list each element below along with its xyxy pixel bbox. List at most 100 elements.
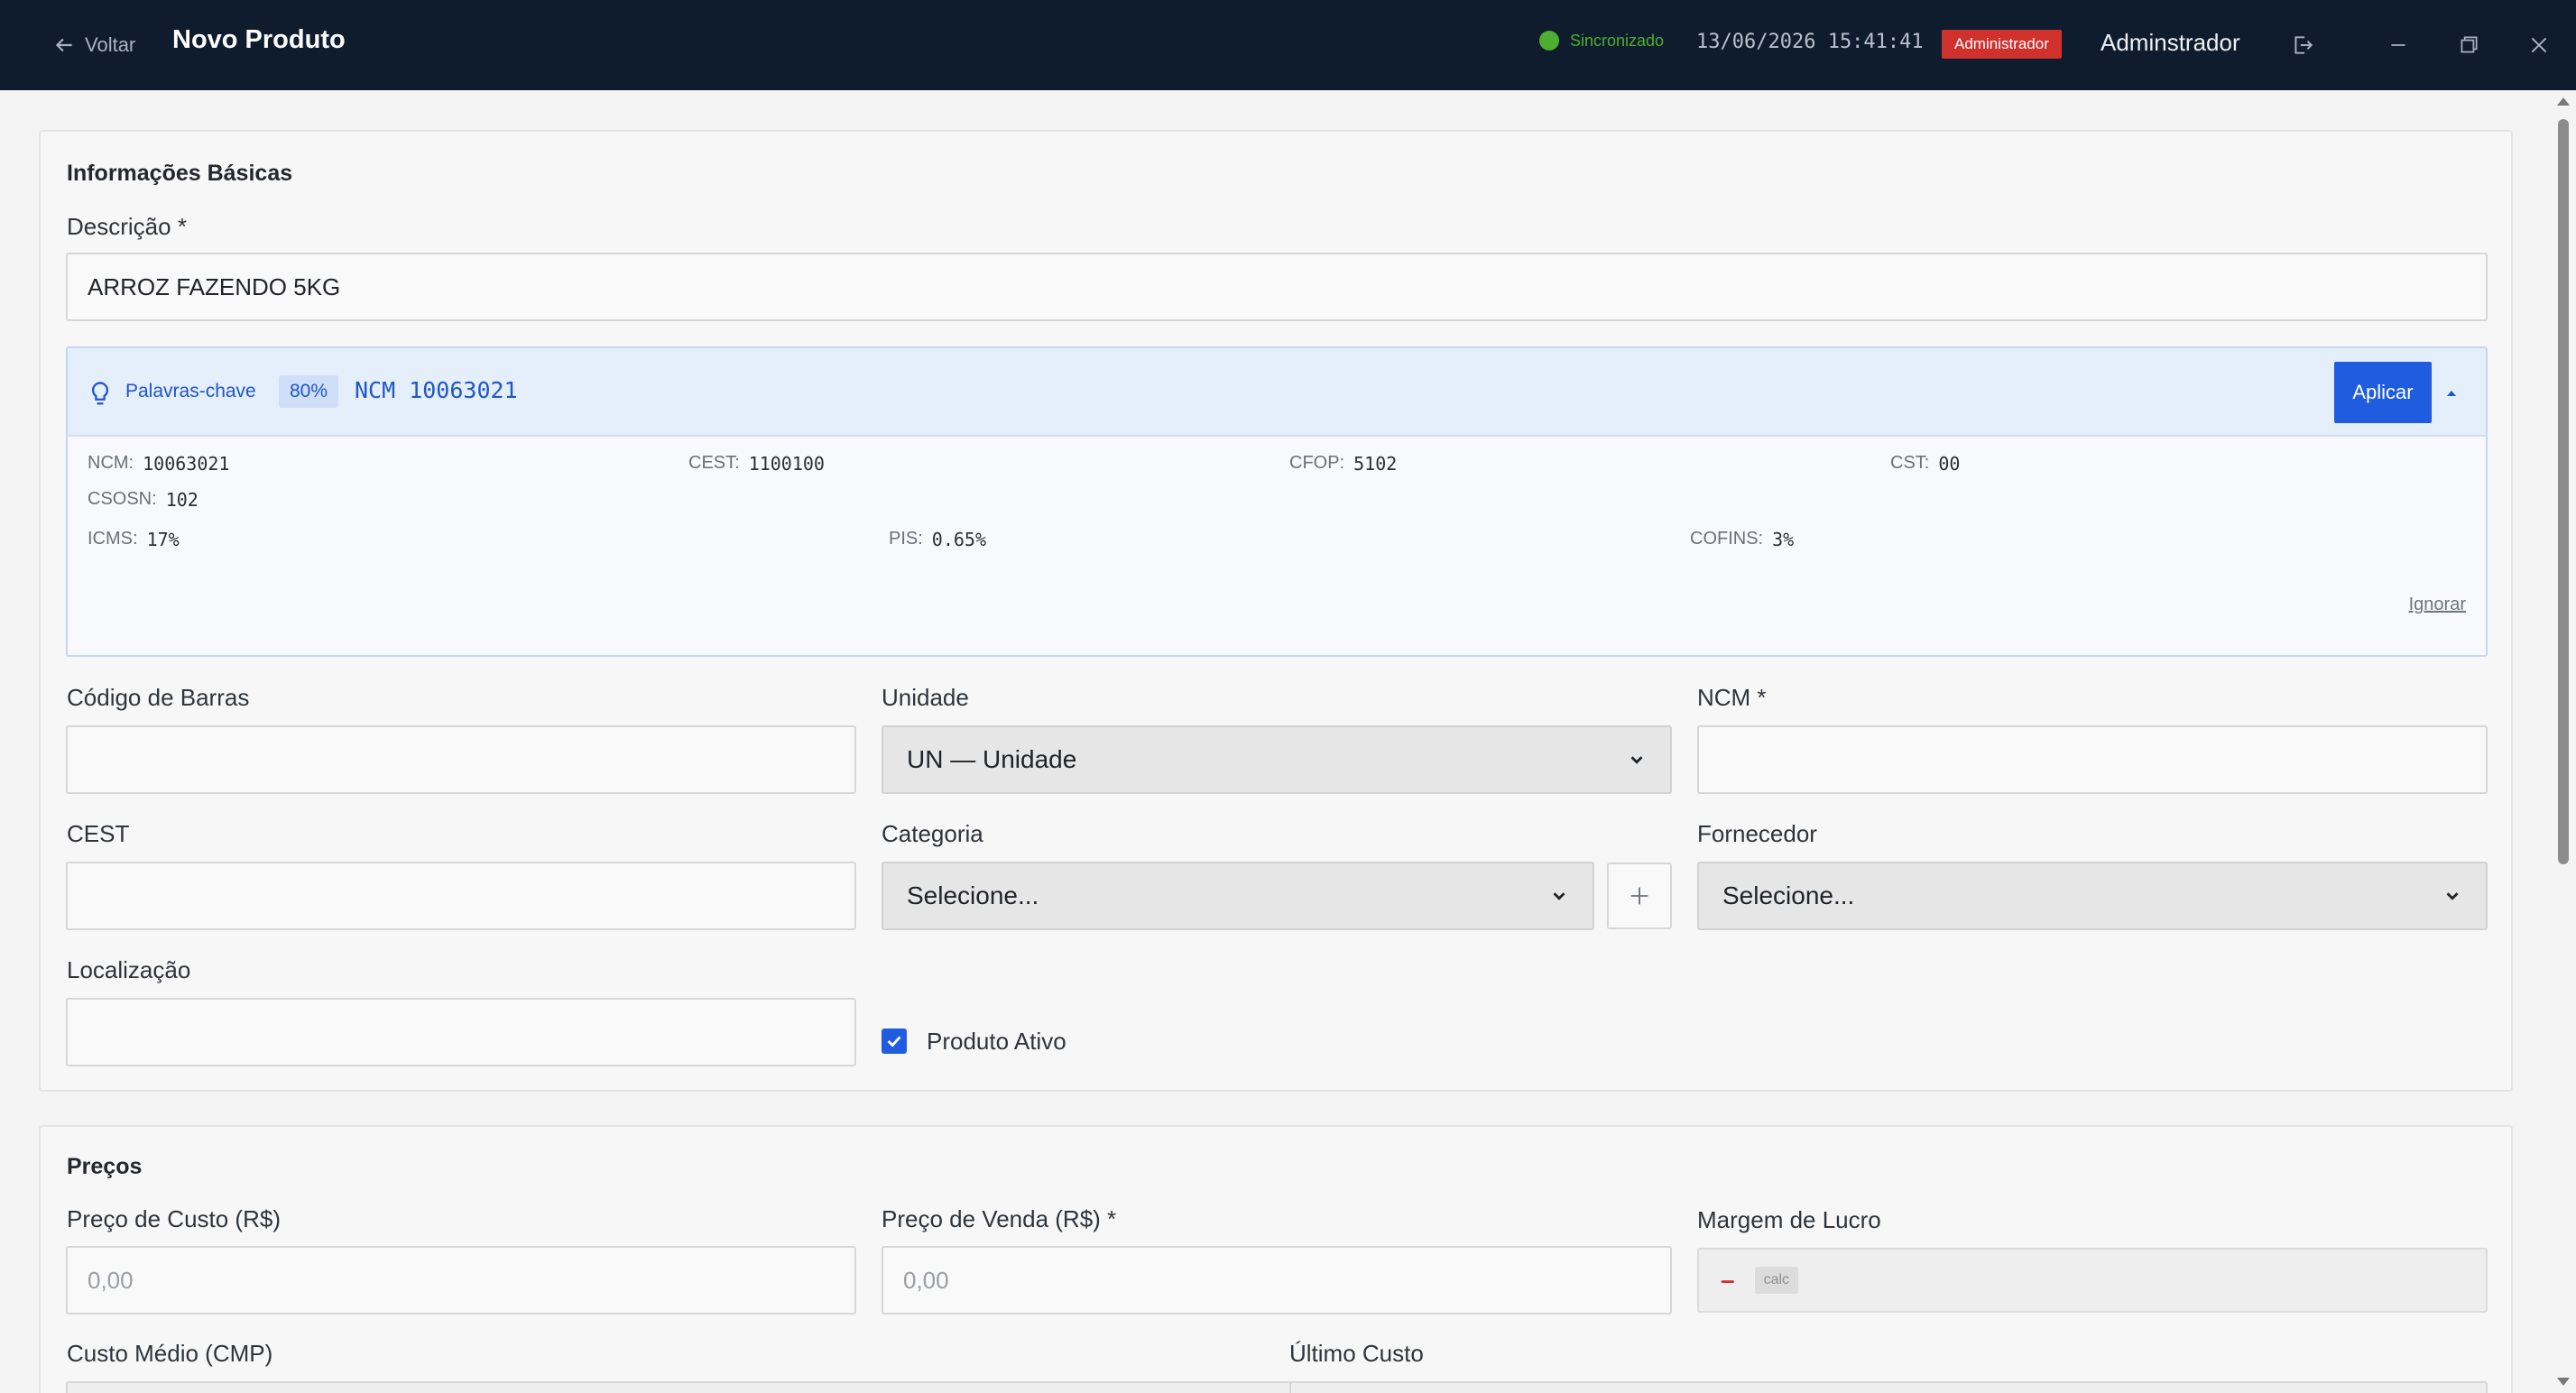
suggestion-header: Palavras-chave 80% NCM 10063021 Aplicar: [68, 348, 2486, 437]
logout-icon: [2294, 36, 2313, 54]
unidade-select-value: UN — Unidade: [907, 745, 1077, 773]
logout-button[interactable]: [2285, 27, 2321, 63]
user-name: Adminstrador: [2101, 29, 2240, 56]
field-icms-label: ICMS:: [88, 529, 138, 549]
scroll-up-icon[interactable]: [2557, 97, 2570, 106]
localizacao-input[interactable]: [66, 998, 856, 1066]
field-icms: ICMS: 17%: [88, 529, 180, 550]
apply-button[interactable]: Aplicar: [2334, 362, 2432, 423]
basic-info-title: Informações Básicas: [67, 161, 293, 186]
ncm-input[interactable]: [1697, 725, 2488, 794]
field-cst-label: CST:: [1890, 453, 1930, 473]
field-ncm: NCM: 10063021: [88, 453, 229, 475]
page-title: Novo Produto: [172, 25, 346, 54]
calc-badge: calc: [1754, 1267, 1799, 1294]
chevron-down-icon: [2446, 892, 2459, 900]
title-bar: Voltar Novo Produto Sincronizado 13/06/2…: [0, 0, 2576, 90]
chevron-down-icon: [1553, 892, 1565, 900]
fornecedor-label: Fornecedor: [1697, 820, 1817, 847]
field-cfop-value: 5102: [1353, 453, 1398, 475]
sync-status: Sincronizado: [1539, 31, 1664, 51]
field-cest-label: CEST:: [688, 453, 740, 473]
minimize-button[interactable]: [2380, 27, 2416, 63]
barcode-input[interactable]: [66, 725, 856, 794]
produto-ativo-checkbox[interactable]: [882, 1029, 907, 1054]
fornecedor-select[interactable]: Selecione...: [1697, 862, 2488, 930]
sync-status-text: Sincronizado: [1570, 31, 1665, 50]
localizacao-label: Localização: [67, 956, 191, 983]
cest-label: CEST: [67, 820, 130, 847]
venda-label: Preço de Venda (R$) *: [882, 1205, 1117, 1232]
scroll-down-icon[interactable]: [2557, 1378, 2570, 1386]
chevron-down-icon: [1630, 756, 1643, 764]
categoria-select[interactable]: Selecione...: [882, 862, 1594, 930]
ncm-suggestion-panel: Palavras-chave 80% NCM 10063021 Aplicar …: [66, 346, 2488, 657]
back-button[interactable]: Voltar: [52, 27, 135, 63]
descricao-input[interactable]: ARROZ FAZENDO 5KG: [66, 253, 2488, 321]
unidade-select[interactable]: UN — Unidade: [882, 725, 1672, 794]
field-pis: PIS: 0.65%: [889, 529, 986, 550]
vertical-scrollbar[interactable]: [2550, 90, 2576, 1393]
datetime: 13/06/2026 15:41:41: [1696, 31, 1924, 53]
close-icon: [2531, 37, 2547, 53]
cmp-label: Custo Médio (CMP): [67, 1340, 273, 1367]
add-categoria-button[interactable]: [1607, 863, 1672, 929]
field-cofins-value: 3%: [1772, 529, 1795, 550]
categoria-select-value: Selecione...: [907, 881, 1039, 909]
barcode-label: Código de Barras: [67, 684, 250, 711]
keyword-label: Palavras-chave: [125, 381, 256, 401]
ncm-label: NCM *: [1697, 684, 1767, 711]
lightbulb-icon: [91, 382, 109, 405]
plus-icon: [1630, 887, 1648, 905]
prices-title: Preços: [67, 1154, 143, 1179]
field-csosn-value: 102: [165, 489, 199, 511]
minimize-icon: [2391, 44, 2405, 46]
field-cest-value: 1100100: [748, 453, 825, 475]
field-ncm-label: NCM:: [88, 453, 134, 473]
descricao-label: Descrição *: [67, 213, 187, 240]
scrollbar-thumb[interactable]: [2558, 119, 2569, 864]
field-csosn: CSOSN: 102: [88, 489, 199, 511]
field-ncm-value: 10063021: [143, 453, 230, 475]
field-cofins: COFINS: 3%: [1690, 529, 1794, 550]
margem-label: Margem de Lucro: [1697, 1206, 1881, 1233]
chevron-up-icon: [2447, 391, 2456, 396]
ignore-link[interactable]: Ignorar: [2409, 595, 2466, 615]
ultimo-custo-input: [1289, 1381, 2488, 1393]
field-icms-value: 17%: [146, 529, 180, 550]
field-cofins-label: COFINS:: [1690, 529, 1764, 549]
unidade-label: Unidade: [882, 684, 969, 711]
custo-label: Preço de Custo (R$): [67, 1205, 281, 1232]
basic-info-card: Informações Básicas Descrição * ARROZ FA…: [39, 130, 2513, 1092]
restore-icon: [2461, 36, 2478, 53]
margem-display: – calc: [1697, 1248, 2488, 1313]
field-cst-value: 00: [1938, 453, 1961, 475]
prices-card: Preços Preço de Custo (R$) 0,00 Preço de…: [39, 1125, 2513, 1393]
arrow-left-icon: [55, 38, 72, 52]
close-button[interactable]: [2521, 27, 2557, 63]
back-label: Voltar: [85, 33, 136, 56]
field-cfop-label: CFOP:: [1289, 453, 1345, 473]
ultimo-custo-label: Último Custo: [1289, 1340, 1424, 1367]
field-cst: CST: 00: [1890, 453, 1960, 475]
categoria-label: Categoria: [882, 820, 983, 847]
field-pis-label: PIS:: [889, 529, 923, 549]
margem-value: –: [1721, 1266, 1735, 1294]
sync-dot-icon: [1539, 31, 1559, 51]
collapse-button[interactable]: [2439, 381, 2464, 406]
field-pis-value: 0.65%: [931, 529, 987, 550]
maximize-button[interactable]: [2451, 27, 2487, 63]
produto-ativo-label: Produto Ativo: [927, 1028, 1066, 1055]
role-badge: Administrador: [1942, 30, 2062, 59]
field-csosn-label: CSOSN:: [88, 489, 157, 509]
cmp-input: [66, 1381, 1304, 1393]
cest-input[interactable]: [66, 862, 856, 930]
venda-input[interactable]: 0,00: [882, 1246, 1672, 1315]
confidence-badge: 80%: [279, 375, 339, 408]
custo-input[interactable]: 0,00: [66, 1246, 856, 1315]
fornecedor-select-value: Selecione...: [1722, 881, 1855, 909]
field-cfop: CFOP: 5102: [1289, 453, 1397, 475]
field-cest: CEST: 1100100: [688, 453, 825, 475]
suggested-ncm: NCM 10063021: [355, 377, 518, 403]
checkmark-icon: [887, 1036, 901, 1047]
